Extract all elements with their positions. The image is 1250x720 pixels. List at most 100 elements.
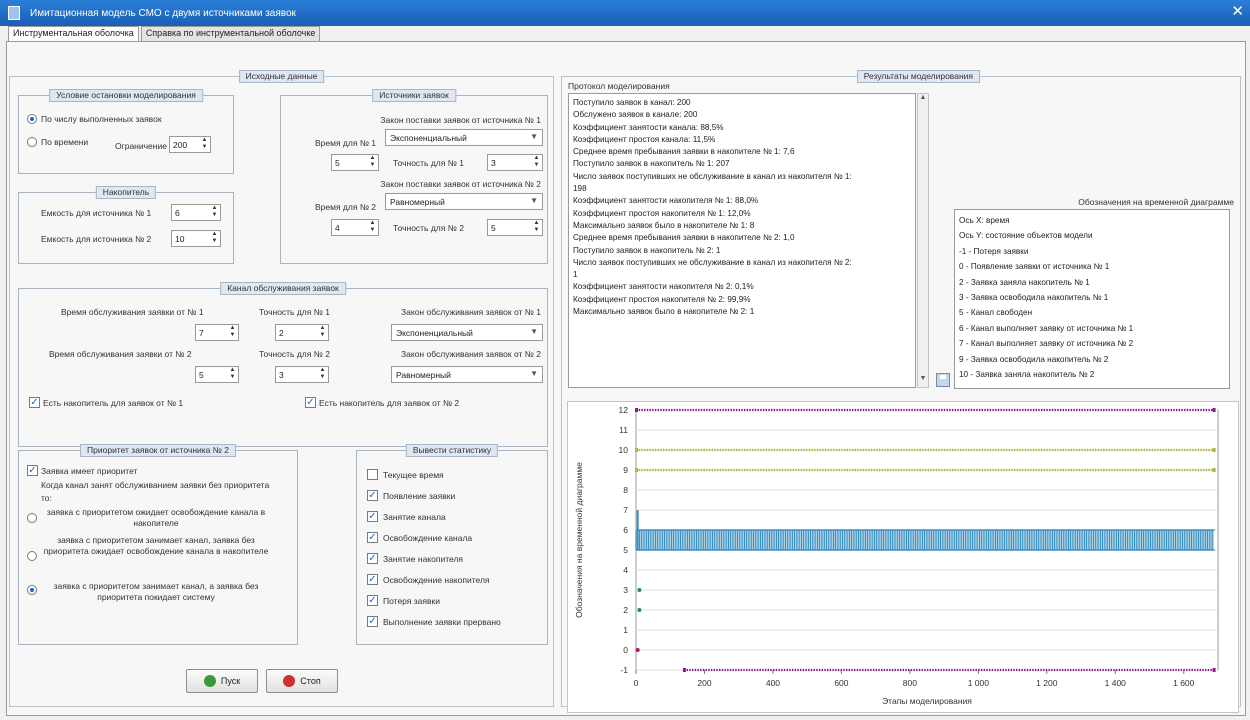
- scroll-down-icon[interactable]: ▼: [918, 375, 928, 387]
- priority-option2-radio[interactable]: [27, 551, 37, 561]
- legend-line: Ось Y: состояние объектов модели: [959, 231, 1093, 241]
- capacity2-spinner[interactable]: 10 ▲ ▼: [171, 230, 221, 247]
- scroll-up-icon[interactable]: ▲: [918, 94, 928, 106]
- stop-button-label: Стоп: [300, 676, 321, 686]
- source2-accuracy-label: Точность для № 2: [393, 223, 464, 233]
- spin-arrows-icon[interactable]: ▲ ▼: [368, 155, 377, 170]
- service1-time-spinner[interactable]: 7 ▲ ▼: [195, 324, 239, 341]
- protocol-textbox[interactable]: Поступило заявок в канал: 200 Обслужено з…: [568, 93, 916, 388]
- spin-arrows-icon[interactable]: ▲ ▼: [318, 325, 327, 340]
- source1-time-spinner[interactable]: 5 ▲ ▼: [331, 154, 379, 171]
- legend-line: 7 - Канал выполняет заявку от источника …: [959, 339, 1134, 349]
- stats-checkbox-6[interactable]: ✓: [367, 595, 378, 606]
- priority-option3-radio[interactable]: [27, 585, 37, 595]
- stats-checkbox-7[interactable]: ✓: [367, 616, 378, 627]
- title-bar: Имитационная модель СМО с двумя источник…: [0, 0, 1250, 26]
- input-group: Исходные данные Условие остановки модели…: [9, 70, 554, 707]
- point-mark: [635, 648, 640, 652]
- stats-checkbox-2[interactable]: ✓: [367, 511, 378, 522]
- service2-law-select[interactable]: Равномерный ▼: [391, 366, 543, 383]
- spin-arrows-icon[interactable]: ▲ ▼: [228, 325, 237, 340]
- chevron-down-icon[interactable]: ▼: [530, 196, 538, 205]
- x-tick-label: 0: [634, 678, 639, 688]
- stats-checkbox-4[interactable]: ✓: [367, 553, 378, 564]
- series-end-marker: [1212, 408, 1216, 412]
- capacity1-spinner[interactable]: 6 ▲ ▼: [171, 204, 221, 221]
- channel-accuracy1-spinner[interactable]: 2 ▲ ▼: [275, 324, 329, 341]
- x-tick-label: 400: [766, 678, 780, 688]
- stop-button[interactable]: Стоп: [266, 669, 338, 693]
- sources-group: Источники заявок Закон поставки заявок о…: [280, 89, 548, 264]
- source2-accuracy-spinner[interactable]: 5 ▲ ▼: [487, 219, 543, 236]
- tab-help[interactable]: Справка по инструментальной оболочке: [140, 26, 321, 41]
- legend-lines: Ось X: время Ось Y: состояние объектов мо…: [955, 210, 1229, 382]
- service2-time-spinner[interactable]: 5 ▲ ▼: [195, 366, 239, 383]
- source2-time-value: 4: [335, 223, 340, 233]
- stop-by-time-radio[interactable]: [27, 137, 37, 147]
- spin-arrows-icon[interactable]: ▲ ▼: [532, 155, 541, 170]
- spin-arrows-icon[interactable]: ▲ ▼: [210, 231, 219, 246]
- limit-spinner[interactable]: 200 ▲ ▼: [169, 136, 211, 153]
- close-icon[interactable]: ✕: [1231, 4, 1244, 20]
- channel-accuracy2-value: 3: [279, 370, 284, 380]
- tab-shell[interactable]: Инструментальная оболочка: [8, 26, 139, 41]
- source1-time-label: Время для № 1: [315, 138, 377, 148]
- spin-arrows-icon[interactable]: ▲ ▼: [318, 367, 327, 382]
- legend-textbox[interactable]: Ось X: время Ось Y: состояние объектов мо…: [954, 209, 1230, 389]
- priority-option1-radio[interactable]: [27, 513, 37, 523]
- y-tick-label: 12: [619, 405, 629, 415]
- legend-line: 3 - Заявка освободила накопитель № 1: [959, 293, 1109, 303]
- stats-checkbox-label: Занятие накопителя: [383, 554, 464, 564]
- protocol-line: Поступило заявок в накопитель № 2: 1: [573, 245, 721, 255]
- capacity1-label: Емкость для источника № 1: [41, 208, 152, 218]
- spin-arrows-icon[interactable]: ▲ ▼: [532, 220, 541, 235]
- source2-time-spinner[interactable]: 4 ▲ ▼: [331, 219, 379, 236]
- source1-law-select[interactable]: Экспоненциальный ▼: [385, 129, 543, 146]
- protocol-line: Среднее время пребывания заявки в накопи…: [573, 147, 795, 157]
- source2-law-select[interactable]: Равномерный ▼: [385, 193, 543, 210]
- stats-checkbox-label: Освобождение канала: [383, 533, 473, 543]
- start-button[interactable]: Пуск: [186, 669, 258, 693]
- stop-by-count-label: По числу выполненных заявок: [41, 114, 162, 124]
- protocol-line: Коэффициент простоя канала: 11,5%: [573, 134, 716, 144]
- stats-checkbox-0[interactable]: [367, 469, 378, 480]
- series-end-marker: [1212, 468, 1216, 472]
- service1-law-select[interactable]: Экспоненциальный ▼: [391, 324, 543, 341]
- spin-arrows-icon[interactable]: ▲ ▼: [368, 220, 377, 235]
- source1-law-label: Закон поставки заявок от источника № 1: [380, 115, 541, 125]
- chevron-down-icon[interactable]: ▼: [530, 369, 538, 378]
- stats-checkbox-1[interactable]: ✓: [367, 490, 378, 501]
- series-start-marker: [682, 668, 686, 672]
- chevron-down-icon[interactable]: ▼: [530, 327, 538, 336]
- stop-by-count-radio[interactable]: [27, 114, 37, 124]
- chevron-down-icon[interactable]: ▼: [530, 132, 538, 141]
- y-tick-label: 3: [623, 585, 628, 595]
- results-title: Результаты моделирования: [856, 70, 980, 83]
- channel-accuracy1-label: Точность для № 1: [259, 307, 330, 317]
- spin-arrows-icon[interactable]: ▲ ▼: [210, 205, 219, 220]
- protocol-scrollbar[interactable]: ▲ ▼: [917, 93, 929, 388]
- spin-arrows-icon[interactable]: ▲ ▼: [200, 137, 209, 152]
- save-icon[interactable]: [936, 373, 950, 387]
- protocol-line: Поступило заявок в накопитель № 1: 207: [573, 159, 730, 169]
- source1-accuracy-value: 3: [491, 158, 496, 168]
- y-tick-label: 2: [623, 605, 628, 615]
- protocol-line: Поступило заявок в канал: 200: [573, 98, 691, 107]
- buffer1-checkbox[interactable]: ✓: [29, 397, 40, 408]
- stop-condition-group: Условие остановки моделирования По числу…: [18, 89, 234, 174]
- service2-law-label: Закон обслуживания заявок от № 2: [401, 349, 541, 359]
- spin-arrows-icon[interactable]: ▲ ▼: [228, 367, 237, 382]
- x-tick-label: 1 200: [1036, 678, 1058, 688]
- stop-by-time-label: По времени: [41, 137, 89, 147]
- has-priority-checkbox[interactable]: ✓: [27, 465, 38, 476]
- source1-accuracy-spinner[interactable]: 3 ▲ ▼: [487, 154, 543, 171]
- stats-checkbox-5[interactable]: ✓: [367, 574, 378, 585]
- y-tick-label: 10: [619, 445, 629, 455]
- service2-time-value: 5: [199, 370, 204, 380]
- buffer2-checkbox[interactable]: ✓: [305, 397, 316, 408]
- channel-accuracy2-spinner[interactable]: 3 ▲ ▼: [275, 366, 329, 383]
- when-busy-text: Когда канал занят обслуживанием заявки б…: [41, 480, 270, 490]
- stats-checkbox-3[interactable]: ✓: [367, 532, 378, 543]
- source2-time-label: Время для № 2: [315, 202, 377, 212]
- source1-law-value: Экспоненциальный: [390, 133, 467, 143]
